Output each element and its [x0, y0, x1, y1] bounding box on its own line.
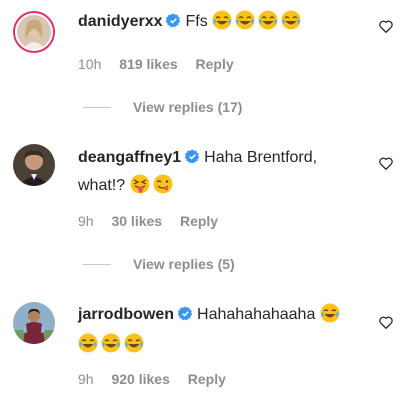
squinting-face-with-tongue-icon: [130, 174, 150, 203]
comment-text-continued: what!?: [78, 177, 126, 194]
timestamp: 9h: [78, 371, 94, 387]
reply-button[interactable]: Reply: [180, 213, 218, 229]
face-with-tears-of-joy-icon: [258, 10, 278, 39]
verified-badge-icon: [177, 304, 193, 330]
comment-body: danidyerxx Ffs: [78, 9, 364, 39]
avatar[interactable]: [13, 11, 55, 53]
verified-badge-icon: [184, 147, 200, 173]
username[interactable]: jarrodbowen: [78, 306, 174, 323]
likes-count[interactable]: 920 likes: [111, 371, 169, 387]
comment-body: jarrodbowen Hahahahahaaha: [78, 302, 364, 362]
like-heart-icon[interactable]: [379, 316, 393, 334]
like-heart-icon[interactable]: [379, 157, 393, 175]
avatar-photo-icon: [13, 144, 55, 186]
username[interactable]: deangaffney1: [78, 149, 181, 166]
reply-button[interactable]: Reply: [188, 371, 226, 387]
comment-meta: 10h 819 likes Reply: [78, 56, 248, 72]
face-with-tears-of-joy-icon: [78, 333, 98, 362]
avatar[interactable]: [13, 302, 55, 344]
avatar-photo-icon: [13, 302, 55, 344]
replies-divider: [83, 263, 111, 265]
face-with-tears-of-joy-icon: [212, 10, 232, 39]
username[interactable]: danidyerxx: [78, 13, 162, 30]
view-replies-label: View replies (17): [133, 99, 243, 115]
face-with-tears-of-joy-icon: [124, 333, 144, 362]
comment-text: Haha Brentford,: [204, 149, 318, 166]
comment-meta: 9h 30 likes Reply: [78, 213, 232, 229]
face-savoring-food-icon: [153, 174, 173, 203]
comment-text: Hahahahahaaha: [197, 306, 316, 323]
like-heart-icon[interactable]: [379, 20, 393, 38]
avatar[interactable]: [13, 144, 55, 186]
face-with-tears-of-joy-icon: [281, 10, 301, 39]
verified-badge-icon: [166, 11, 181, 37]
comment-item: danidyerxx Ffs 10h 819 likes Reply View r…: [0, 0, 406, 125]
view-replies-label: View replies (5): [133, 256, 235, 272]
comment-text: Ffs: [185, 13, 208, 30]
likes-count[interactable]: 30 likes: [111, 213, 162, 229]
likes-count[interactable]: 819 likes: [119, 56, 177, 72]
reply-button[interactable]: Reply: [196, 56, 234, 72]
comment-item: deangaffney1 Haha Brentford, what!? 9h 30…: [0, 135, 406, 275]
timestamp: 10h: [78, 56, 102, 72]
comment-body: deangaffney1 Haha Brentford, what!?: [78, 145, 364, 203]
avatar-photo-icon: [17, 15, 51, 49]
face-with-tears-of-joy-icon: [235, 10, 255, 39]
comment-meta: 9h 920 likes Reply: [78, 371, 240, 387]
view-replies-button[interactable]: View replies (5): [83, 256, 235, 272]
comment-item: jarrodbowen Hahahahahaaha 9h 920 likes Re…: [0, 292, 406, 407]
face-with-tears-of-joy-icon: [101, 333, 121, 362]
face-with-tears-of-joy-icon: [320, 303, 340, 332]
view-replies-button[interactable]: View replies (17): [83, 99, 242, 115]
replies-divider: [83, 106, 111, 108]
timestamp: 9h: [78, 213, 94, 229]
